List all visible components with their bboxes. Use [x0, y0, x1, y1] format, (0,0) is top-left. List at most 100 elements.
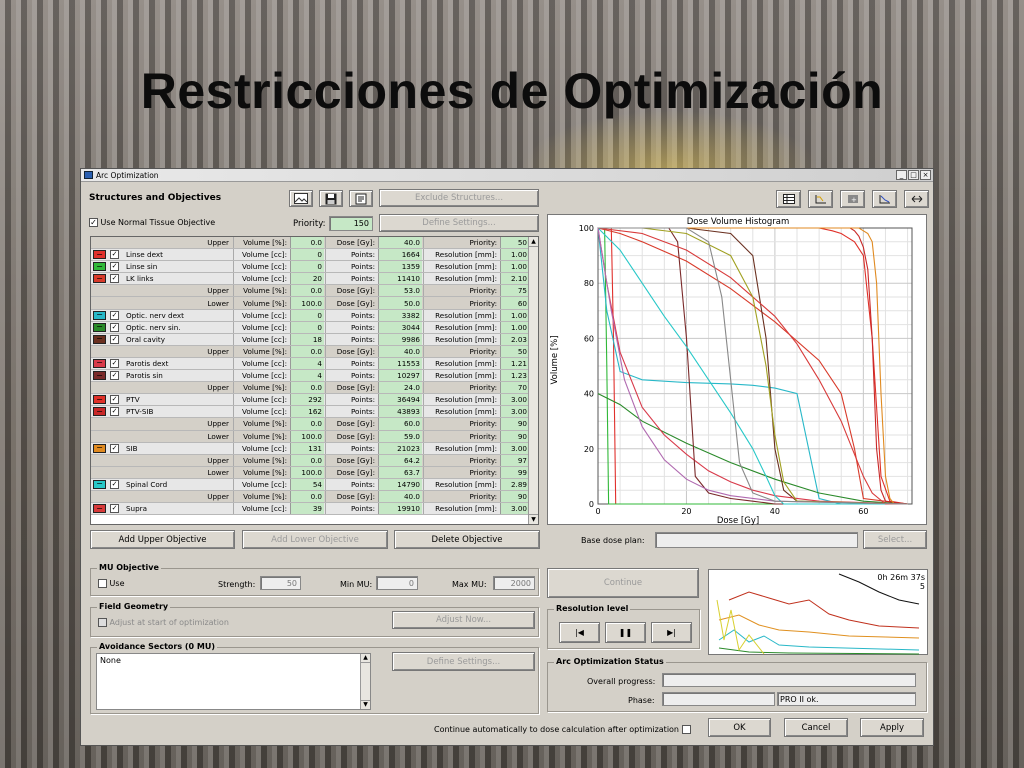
structure-visible-cell[interactable]: ✓	[110, 394, 122, 405]
structure-color-swatch[interactable]: −	[93, 370, 109, 381]
normal-tissue-checkbox[interactable]: ✓	[89, 218, 98, 227]
objective-row[interactable]: Upper Volume [%]: 0.0 Dose [Gy]: 40.0 Priorit…	[91, 490, 538, 504]
param1-value[interactable]: 54	[290, 478, 324, 490]
structure-color-swatch[interactable]: −	[93, 310, 109, 321]
param1-value[interactable]: 0.0	[290, 345, 324, 357]
resolution-pause-button[interactable]: ❚❚	[605, 622, 646, 643]
max-mu-input[interactable]: 2000	[493, 576, 535, 590]
param2-value[interactable]: 40.0	[378, 490, 422, 503]
chart-tool-stretch-button[interactable]	[904, 190, 929, 208]
param3-value[interactable]: 75	[500, 285, 529, 297]
structure-checkbox[interactable]: ✓	[110, 443, 119, 453]
param1-value[interactable]: 0.0	[290, 490, 324, 503]
structure-color-swatch[interactable]: −	[93, 261, 109, 272]
param3-value[interactable]: 60	[500, 297, 529, 309]
structure-row[interactable]: − ✓ PTV-SIB Volume [cc]: 162 Points: 43893 Reso…	[91, 406, 538, 419]
structure-visible-cell[interactable]: ✓	[110, 261, 122, 272]
param3-value[interactable]: 99	[500, 466, 529, 478]
param1-value[interactable]: 292	[290, 394, 324, 406]
structure-visible-cell[interactable]: ✓	[110, 503, 122, 514]
cancel-button[interactable]: Cancel	[784, 718, 848, 737]
param3-value[interactable]: 3.00	[500, 442, 529, 454]
structure-row[interactable]: − ✓ SIB Volume [cc]: 131 Points: 21023 Resoluti…	[91, 442, 538, 455]
collapse-icon[interactable]: −	[93, 371, 106, 381]
avoidance-scrollbar[interactable]: ▲ ▼	[360, 654, 370, 709]
param1-value[interactable]: 131	[290, 442, 324, 454]
structure-checkbox[interactable]: ✓	[110, 395, 119, 405]
structure-row[interactable]: − ✓ Spinal Cord Volume [cc]: 54 Points: 14790 R…	[91, 478, 538, 491]
param1-value[interactable]: 0.0	[290, 285, 324, 297]
structure-checkbox[interactable]: ✓	[110, 250, 119, 260]
param2-value[interactable]: 21023	[378, 442, 422, 454]
structure-visible-cell[interactable]: ✓	[110, 322, 122, 333]
param3-value[interactable]: 1.00	[500, 321, 529, 333]
param2-value[interactable]: 36494	[378, 394, 422, 406]
structure-color-swatch[interactable]: −	[93, 443, 109, 454]
structure-color-swatch[interactable]: −	[93, 358, 109, 369]
structure-row[interactable]: − ✓ Linse sin Volume [cc]: 0 Points: 1359 Resol…	[91, 261, 538, 274]
structure-row[interactable]: − ✓ Linse dext Volume [cc]: 0 Points: 1664 Reso…	[91, 249, 538, 262]
param1-value[interactable]: 0.0	[290, 454, 324, 466]
print-button[interactable]	[349, 190, 373, 207]
structure-visible-cell[interactable]: ✓	[110, 310, 122, 321]
structure-visible-cell[interactable]: ✓	[110, 273, 122, 284]
structure-row[interactable]: − ✓ PTV Volume [cc]: 292 Points: 36494 Resoluti…	[91, 394, 538, 407]
objective-row[interactable]: Upper Volume [%]: 0.0 Dose [Gy]: 64.2 Priorit…	[91, 454, 538, 467]
structure-row[interactable]: − ✓ Parotis dext Volume [cc]: 4 Points: 11553 R…	[91, 357, 538, 371]
mu-use-checkbox[interactable]	[98, 579, 107, 588]
structure-row[interactable]: − ✓ LK links Volume [cc]: 20 Points: 11410 Reso…	[91, 273, 538, 286]
param3-value[interactable]: 90	[500, 418, 529, 430]
param3-value[interactable]: 97	[500, 454, 529, 466]
objective-row[interactable]: Upper Volume [%]: 0.0 Dose [Gy]: 53.0 Priorit…	[91, 285, 538, 298]
param2-value[interactable]: 3382	[378, 309, 422, 321]
structure-color-swatch[interactable]: −	[93, 334, 109, 345]
param2-value[interactable]: 3044	[378, 321, 422, 333]
param2-value[interactable]: 9986	[378, 333, 422, 345]
structure-checkbox[interactable]: ✓	[110, 334, 119, 344]
collapse-icon[interactable]: −	[93, 262, 106, 272]
param2-value[interactable]: 43893	[378, 406, 422, 418]
structure-visible-cell[interactable]: ✓	[110, 249, 122, 260]
define-settings-button[interactable]: Define Settings...	[379, 214, 539, 232]
param1-value[interactable]: 18	[290, 333, 324, 345]
collapse-icon[interactable]: −	[93, 443, 106, 453]
structure-row[interactable]: − ✓ Oral cavity Volume [cc]: 18 Points: 9986 Re…	[91, 333, 538, 346]
structure-color-swatch[interactable]: −	[93, 322, 109, 333]
scroll-down-icon[interactable]: ▼	[529, 514, 538, 524]
param3-value[interactable]: 1.00	[500, 309, 529, 321]
structure-color-swatch[interactable]: −	[93, 479, 109, 490]
param3-value[interactable]: 2.03	[500, 333, 529, 345]
delete-objective-button[interactable]: Delete Objective	[394, 530, 540, 549]
add-lower-objective-button[interactable]: Add Lower Objective	[242, 530, 388, 549]
exclude-structures-button[interactable]: Exclude Structures...	[379, 189, 539, 207]
structure-visible-cell[interactable]: ✓	[110, 479, 122, 490]
structure-checkbox[interactable]: ✓	[110, 274, 119, 284]
table-scrollbar[interactable]: ▲ ▼	[528, 237, 538, 524]
collapse-icon[interactable]: −	[93, 310, 106, 320]
scroll-down-icon[interactable]: ▼	[361, 700, 370, 709]
param2-value[interactable]: 1664	[378, 249, 422, 261]
objective-row[interactable]: Upper Volume [%]: 0.0 Dose [Gy]: 60.0 Priorit…	[91, 418, 538, 431]
structure-row[interactable]: − ✓ Parotis sin Volume [cc]: 4 Points: 10297 Re…	[91, 370, 538, 383]
param2-value[interactable]: 59.0	[378, 430, 422, 442]
structure-visible-cell[interactable]: ✓	[110, 406, 122, 417]
param1-value[interactable]: 20	[290, 273, 324, 285]
param2-value[interactable]: 19910	[378, 503, 422, 515]
maximize-button[interactable]: □	[908, 170, 919, 180]
add-upper-objective-button[interactable]: Add Upper Objective	[90, 530, 235, 549]
param1-value[interactable]: 0	[290, 249, 324, 261]
param1-value[interactable]: 0	[290, 261, 324, 273]
param2-value[interactable]: 40.0	[378, 345, 422, 357]
param3-value[interactable]: 3.00	[500, 503, 529, 515]
param2-value[interactable]: 60.0	[378, 418, 422, 430]
param1-value[interactable]: 0.0	[290, 382, 324, 394]
param3-value[interactable]: 2.89	[500, 478, 529, 490]
chart-tool-select-button[interactable]	[776, 190, 801, 208]
collapse-icon[interactable]: −	[93, 395, 106, 405]
structure-color-swatch[interactable]: −	[93, 503, 109, 514]
structure-color-swatch[interactable]: −	[93, 394, 109, 405]
structure-checkbox[interactable]: ✓	[110, 322, 119, 332]
param2-value[interactable]: 14790	[378, 478, 422, 490]
param2-value[interactable]: 64.2	[378, 454, 422, 466]
min-mu-input[interactable]: 0	[376, 576, 418, 590]
